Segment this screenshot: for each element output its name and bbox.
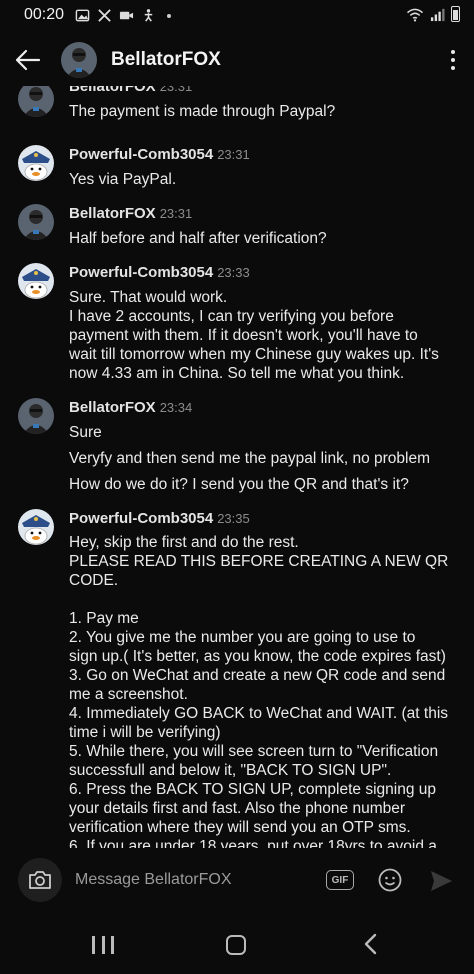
message-text: 6. If you are under 18 years, put over 1… (69, 838, 437, 848)
avatar[interactable] (18, 509, 54, 545)
back-button[interactable] (10, 42, 46, 78)
system-icons (406, 6, 460, 22)
message-list[interactable]: BellatorFOX 23:31 The payment is made thr… (0, 86, 474, 848)
message-text: Veryfy and then send me the paypal link,… (69, 450, 431, 467)
username[interactable]: BellatorFOX (69, 86, 156, 95)
message-text: Yes via PayPal. (69, 171, 177, 188)
message-text: time i will be verifying) (69, 724, 221, 741)
username[interactable]: BellatorFOX (69, 399, 156, 416)
message-text: 4. Immediately GO BACK to WeChat and WAI… (69, 705, 449, 722)
timestamp: 23:31 (217, 147, 250, 162)
message-text: payment with them. If it doesn't work, y… (69, 327, 418, 344)
message-meta: BellatorFOX 23:31 (69, 86, 192, 95)
message-text: CODE. (69, 572, 119, 589)
avatar[interactable] (18, 204, 54, 240)
timestamp: 23:34 (159, 400, 193, 415)
camera-icon (29, 871, 51, 889)
status-time: 00:20 (24, 6, 65, 23)
home-button[interactable] (226, 935, 246, 955)
message-text: your details first and fast. Also the ph… (69, 800, 406, 817)
powerful-avatar-icon (18, 509, 54, 545)
message-meta: Powerful-Comb3054 23:31 (69, 146, 250, 163)
message-text: I have 2 accounts, I can try verifying y… (69, 308, 394, 325)
gif-button[interactable]: GIF (326, 870, 354, 890)
bellator-avatar-icon (18, 86, 54, 117)
chat-screen: 00:20 BellatorFOX BellatorFOX 23:31 The … (0, 0, 474, 974)
timestamp: 23:31 (159, 86, 193, 94)
message-text: 2. You give me the number you are going … (69, 629, 416, 646)
username[interactable]: Powerful-Comb3054 (69, 146, 213, 163)
message-text: 6. Press the BACK TO SIGN UP, complete s… (69, 781, 437, 798)
bellator-avatar-icon (61, 42, 97, 78)
username[interactable]: Powerful-Comb3054 (69, 264, 213, 281)
message-text: The payment is made through Paypal? (69, 103, 336, 120)
signal-icon (430, 8, 445, 21)
message-text: 5. While there, you will see screen turn… (69, 743, 439, 760)
message-text: successfull and below it, "BACK TO SIGN … (69, 762, 392, 779)
more-dot (451, 58, 455, 62)
message-text: Sure. That would work. (69, 289, 228, 306)
message-text: now 4.33 am in China. So tell me what yo… (69, 365, 405, 382)
message-text: PLEASE READ THIS BEFORE CREATING A NEW Q… (69, 553, 449, 570)
status-bar: 00:20 (0, 0, 474, 32)
message-text: Half before and half after verification? (69, 230, 327, 247)
arrow-left-icon (15, 49, 41, 71)
powerful-avatar-icon (18, 145, 54, 181)
message-text: me a screenshot. (69, 686, 188, 703)
message-text: wait till tomorrow when my Chinese guy w… (69, 346, 439, 363)
username[interactable]: Powerful-Comb3054 (69, 510, 213, 527)
message-meta: Powerful-Comb3054 23:33 (69, 264, 250, 281)
more-notifications-dot (167, 13, 171, 18)
recents-button[interactable] (92, 934, 114, 956)
message-text: Sure (69, 424, 102, 441)
wifi-icon (407, 8, 423, 21)
page-title: BellatorFOX (111, 49, 221, 70)
chat-header: BellatorFOX (0, 34, 474, 86)
bellator-avatar-icon (18, 204, 54, 240)
system-nav-bar (0, 918, 474, 974)
battery-icon (451, 6, 460, 22)
more-options-button[interactable] (446, 44, 460, 76)
message-composer: GIF (0, 852, 474, 912)
send-icon[interactable] (428, 868, 454, 894)
timestamp: 23:33 (217, 265, 250, 280)
powerful-avatar-icon (18, 263, 54, 299)
avatar[interactable] (61, 42, 97, 78)
message-text: Hey, skip the first and do the rest. (69, 534, 299, 551)
message-input[interactable] (75, 867, 315, 893)
emoji-icon[interactable] (378, 868, 402, 892)
timestamp: 23:35 (217, 511, 250, 526)
video-icon (119, 11, 134, 20)
nav-back-icon[interactable] (362, 933, 380, 955)
message-text: 1. Pay me (69, 610, 139, 627)
message-text: sign up.( It's better, as you know, the … (69, 648, 446, 665)
timestamp: 23:31 (159, 206, 193, 221)
more-dot (451, 66, 455, 70)
message-meta: BellatorFOX 23:34 (69, 399, 192, 416)
camera-button[interactable] (18, 858, 62, 902)
recents-bar (92, 936, 95, 954)
message-text: How do we do it? I send you the QR and t… (69, 476, 409, 493)
recents-bar (111, 936, 114, 954)
notification-icons (75, 8, 171, 23)
more-dot (451, 50, 455, 54)
username[interactable]: BellatorFOX (69, 205, 156, 222)
message-text: 3. Go on WeChat and create a new QR code… (69, 667, 446, 684)
accessibility-icon (144, 9, 153, 22)
gallery-icon (75, 9, 90, 22)
message-meta: Powerful-Comb3054 23:35 (69, 510, 250, 527)
avatar[interactable] (18, 86, 54, 117)
message-meta: BellatorFOX 23:31 (69, 205, 192, 222)
avatar[interactable] (18, 263, 54, 299)
avatar[interactable] (18, 398, 54, 434)
message-text: verification where they will send you an… (69, 819, 411, 836)
bellator-avatar-icon (18, 398, 54, 434)
avatar[interactable] (18, 145, 54, 181)
x-icon (98, 9, 111, 22)
recents-bar (101, 936, 105, 954)
